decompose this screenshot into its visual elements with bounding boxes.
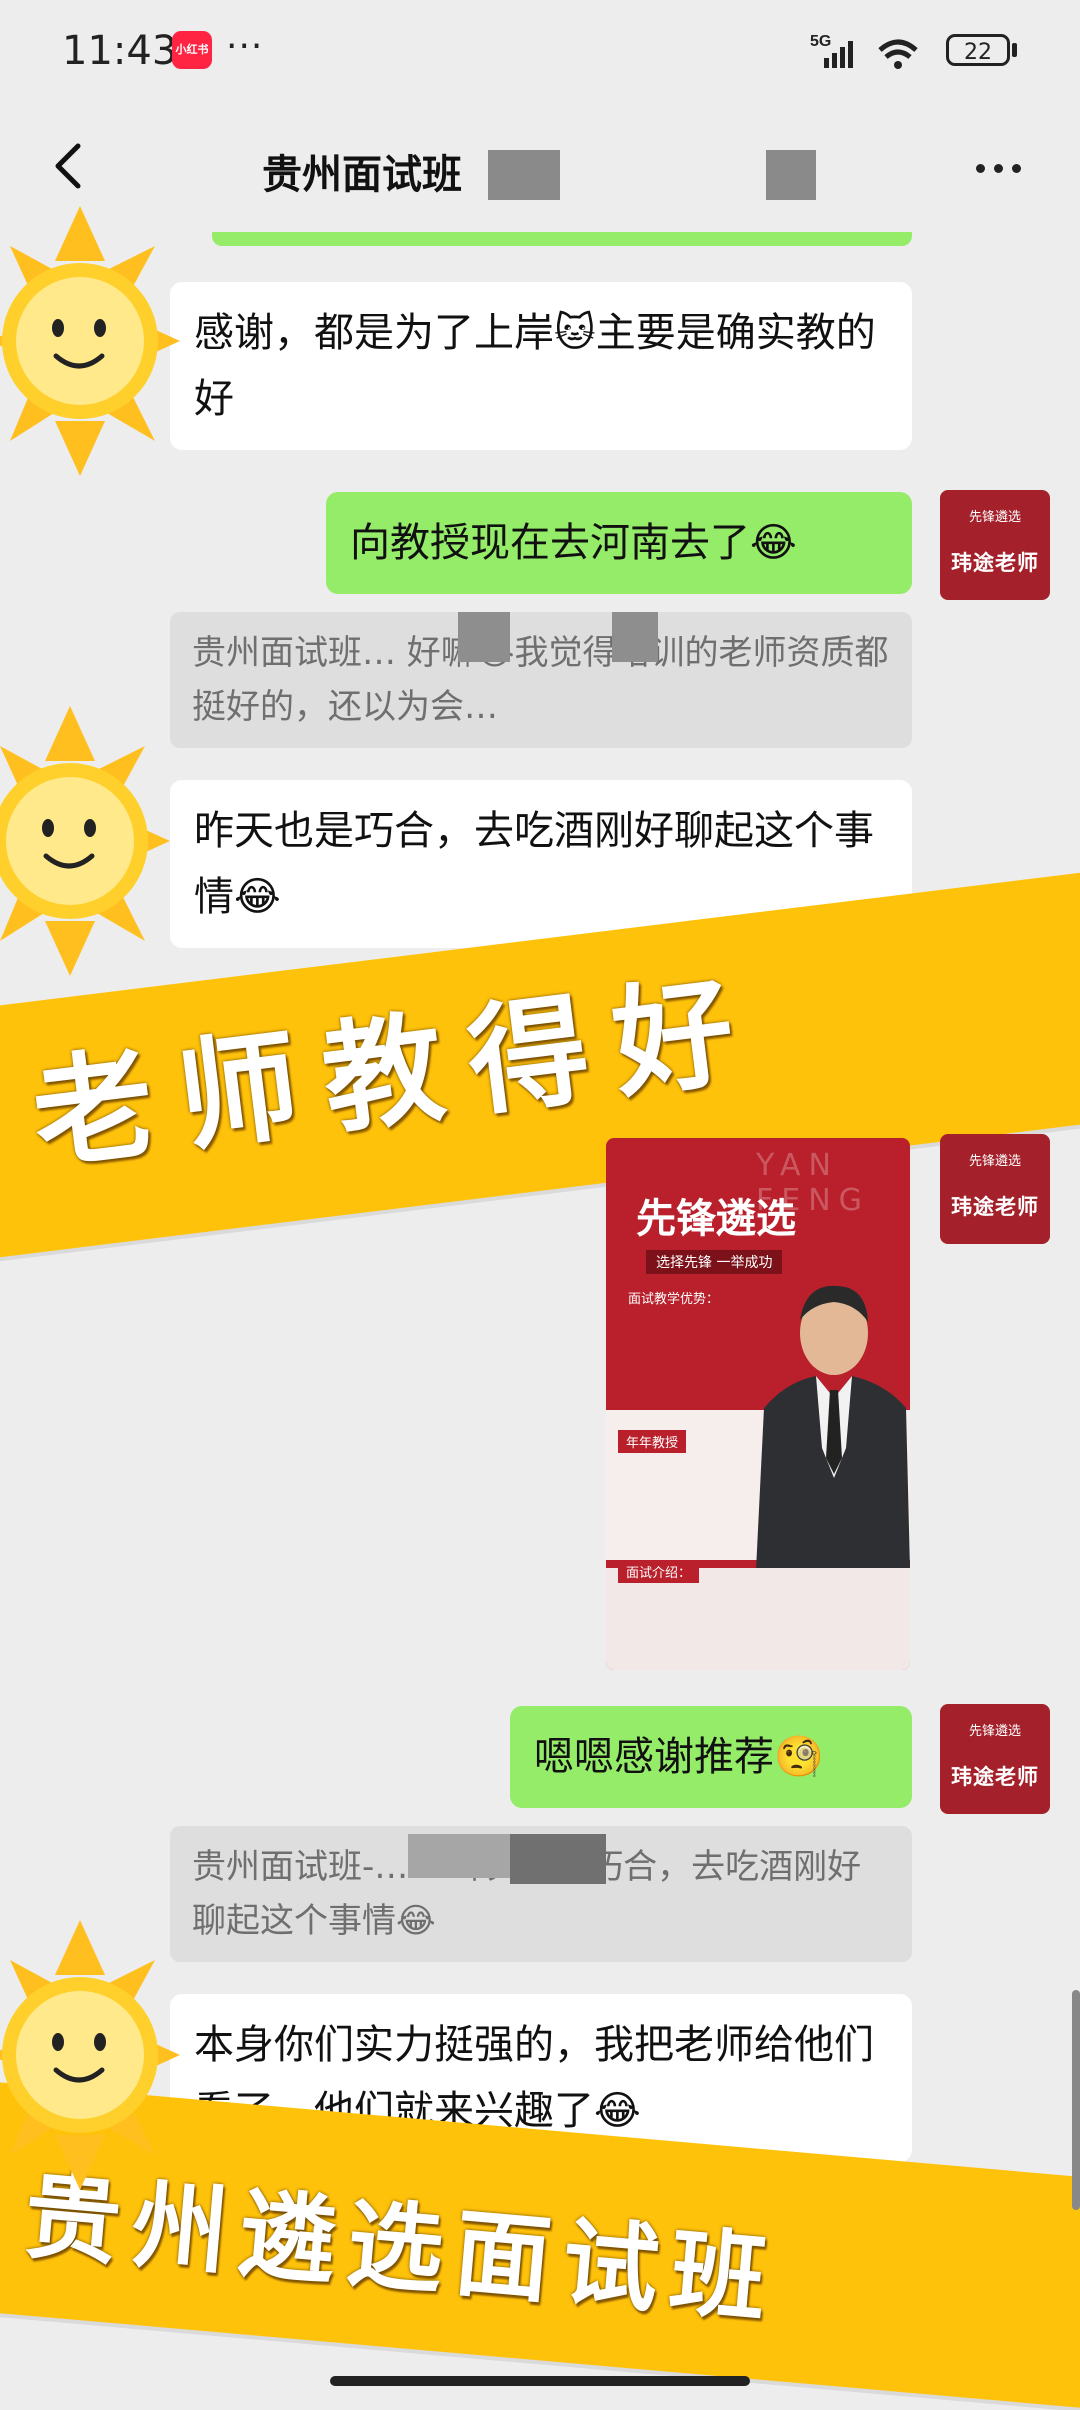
avatar-small-text: 先锋遴选: [968, 510, 1021, 525]
battery-cap: [1012, 43, 1017, 57]
redacted-block: [408, 1834, 518, 1878]
avatar-big-text: 玮途老师: [951, 551, 1039, 575]
avatar-big-text: 玮途老师: [951, 1765, 1039, 1789]
status-more-dots: ···: [226, 26, 264, 67]
redacted-block: [488, 150, 560, 200]
more-options-icon[interactable]: [976, 158, 1030, 177]
avatar-small-text: 先锋遴选: [968, 1724, 1021, 1739]
sun-face-sticker-icon: [0, 206, 180, 476]
network-label: 5G: [810, 33, 831, 50]
quoted-message[interactable]: 贵州面试班… 好嘛😭我觉得培训的老师资质都挺好的，还以为会…: [170, 612, 912, 748]
redacted-block: [458, 612, 510, 662]
teacher-photo: [756, 1285, 910, 1570]
previous-message-edge: [212, 232, 912, 246]
scrollbar[interactable]: [1072, 1990, 1080, 2210]
teacher-avatar[interactable]: 先锋遴选 玮途老师: [940, 1134, 1050, 1244]
status-time: 11:43: [62, 28, 178, 74]
poster-intro-label: 面试介绍：: [618, 1560, 700, 1583]
sun-face-sticker-icon: [0, 1920, 180, 2190]
chat-title: 贵州面试班: [262, 152, 462, 198]
avatar-big-text: 玮途老师: [951, 1195, 1039, 1219]
teacher-avatar[interactable]: 先锋遴选 玮途老师: [940, 490, 1050, 600]
rednote-app-icon: 小红书: [172, 31, 212, 69]
poster-intro-panel: [606, 1568, 910, 1670]
redacted-block: [510, 1834, 606, 1884]
poster-slogan: 选择先锋 一举成功: [646, 1250, 783, 1274]
signal-wifi-icon: 5G: [810, 33, 918, 69]
back-arrow-icon[interactable]: [44, 140, 96, 192]
poster-advantages-label: 面试教学优势：: [628, 1292, 720, 1307]
message-bubble-right[interactable]: 嗯嗯感谢推荐🧐: [510, 1706, 912, 1808]
teacher-avatar[interactable]: 先锋遴选 玮途老师: [940, 1704, 1050, 1814]
avatar-small-text: 先锋遴选: [968, 1154, 1021, 1169]
battery-indicator: 22: [946, 34, 1010, 66]
poster-image[interactable]: YAN FENG 先锋遴选 选择先锋 一举成功 面试教学优势： 年年教授 面试介…: [606, 1138, 910, 1670]
redacted-block: [766, 150, 816, 200]
sun-face-sticker-icon: [0, 706, 170, 976]
redacted-block: [612, 612, 658, 662]
home-indicator[interactable]: [330, 2376, 750, 2386]
poster-teacher-label: 年年教授: [618, 1430, 687, 1453]
message-bubble-right[interactable]: 向教授现在去河南去了😂: [326, 492, 912, 594]
poster-title: 先锋遴选: [636, 1196, 796, 1242]
message-bubble-left[interactable]: 感谢，都是为了上岸🐱主要是确实教的好: [170, 282, 912, 450]
status-bar: 11:43 小红书 ··· 5G 22: [0, 0, 1080, 100]
